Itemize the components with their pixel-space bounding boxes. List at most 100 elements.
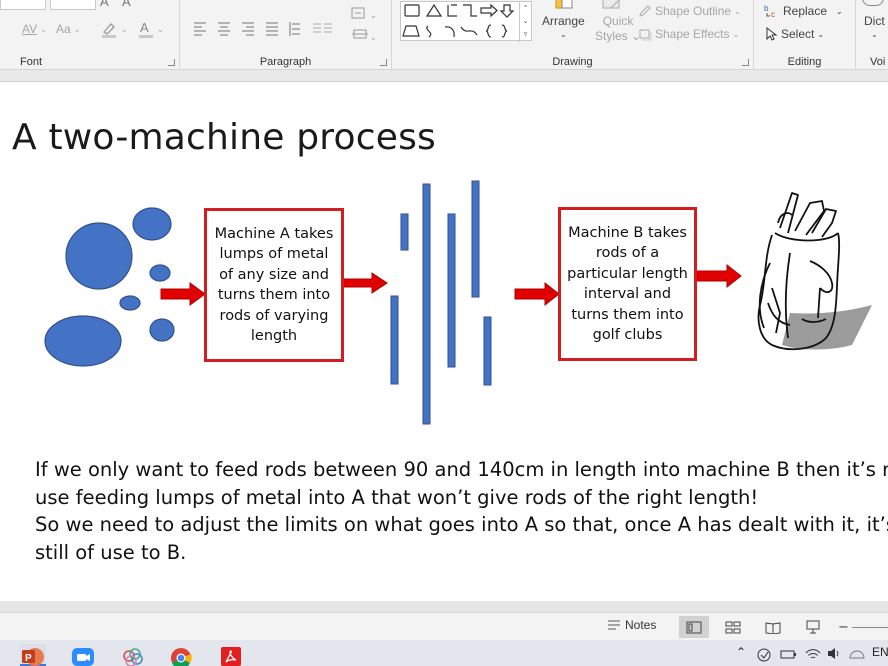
video-camera-icon bbox=[72, 648, 94, 666]
ribbon: A A AV ⌄ Aa ⌄ ⌄ A ⌄ Font ⌄ ⌄ Paragraph ⌃… bbox=[0, 0, 888, 70]
rod bbox=[483, 316, 492, 386]
editing-group-label: Editing bbox=[787, 56, 822, 68]
reading-view-button[interactable] bbox=[758, 616, 788, 638]
app-taskbar-button[interactable] bbox=[120, 644, 146, 666]
font-color-icon: A bbox=[139, 20, 153, 38]
drawing-group-label: Drawing bbox=[552, 56, 593, 68]
rod bbox=[400, 213, 409, 251]
body-line: If we only want to feed rods between 90 … bbox=[35, 458, 888, 481]
zoom-slider[interactable] bbox=[852, 627, 888, 628]
reading-view-icon bbox=[765, 621, 781, 634]
body-line: So we need to adjust the limits on what … bbox=[35, 513, 888, 536]
font-color-button[interactable]: A ⌄ bbox=[138, 20, 164, 38]
zoom-out-icon[interactable]: − bbox=[838, 620, 849, 635]
svg-text:⌄: ⌄ bbox=[370, 33, 377, 42]
rod bbox=[471, 180, 480, 298]
svg-text:b: b bbox=[764, 4, 769, 13]
quick-styles-button[interactable]: Quick Styles ⌄ bbox=[595, 14, 641, 44]
powerpoint-taskbar-button[interactable]: P bbox=[20, 644, 46, 666]
slideshow-button[interactable] bbox=[798, 616, 828, 638]
select-button[interactable]: Select ⌄ bbox=[764, 27, 824, 41]
normal-view-button[interactable] bbox=[679, 616, 709, 638]
metal-lump bbox=[149, 264, 171, 282]
chrome-icon bbox=[171, 648, 192, 666]
shrink-font-icon[interactable]: A bbox=[122, 0, 131, 9]
body-text[interactable]: If we only want to feed rods between 90 … bbox=[35, 456, 888, 566]
keyboard-icon[interactable] bbox=[848, 645, 866, 661]
normal-view-icon bbox=[686, 621, 702, 633]
slide-sorter-icon bbox=[725, 621, 741, 633]
volume-icon[interactable] bbox=[826, 645, 844, 661]
battery-icon[interactable] bbox=[780, 646, 798, 662]
windows-taskbar: P ⌃ EN bbox=[0, 640, 888, 666]
font-group: A A AV ⌄ Aa ⌄ ⌄ A ⌄ Font bbox=[0, 0, 180, 70]
wifi-icon[interactable] bbox=[804, 645, 822, 661]
metal-lump bbox=[132, 207, 172, 241]
paragraph-group-label: Paragraph bbox=[259, 56, 312, 68]
font-dialog-launcher[interactable] bbox=[168, 59, 175, 66]
paragraph-dialog-launcher[interactable] bbox=[380, 59, 387, 66]
replace-button[interactable]: bc Replace ⌄ bbox=[764, 4, 843, 18]
status-bar: Notes − bbox=[0, 612, 888, 640]
chrome-taskbar-button[interactable] bbox=[168, 644, 194, 666]
rod bbox=[447, 213, 456, 368]
arrange-icon bbox=[555, 0, 573, 9]
editing-group: bc Replace ⌄ Select ⌄ Editing bbox=[754, 0, 856, 70]
voice-group-label: Voi bbox=[870, 56, 886, 68]
acrobat-taskbar-button[interactable] bbox=[218, 644, 244, 666]
shapes-scroll[interactable]: ⌃ ⌄ ▿ bbox=[519, 2, 531, 42]
machine-b-box[interactable]: Machine B takes rods of a particular len… bbox=[558, 207, 697, 361]
cursor-icon bbox=[766, 27, 778, 41]
machine-a-box[interactable]: Machine A takes lumps of metal of any si… bbox=[204, 208, 344, 362]
golf-bag-icon bbox=[757, 192, 872, 351]
arrow-out-of-machine-b bbox=[696, 263, 742, 289]
character-spacing-button[interactable]: AV ⌄ bbox=[22, 22, 47, 36]
tray-chevron-icon[interactable]: ⌃ bbox=[736, 645, 746, 659]
shapes-icons bbox=[402, 3, 515, 38]
shape-effects-button[interactable]: Shape Effects ⌄ bbox=[638, 27, 739, 41]
effects-icon bbox=[639, 29, 652, 41]
ribbon-separator bbox=[0, 70, 888, 82]
arrow-out-of-machine-a bbox=[342, 272, 388, 294]
paragraph-group: ⌄ ⌄ Paragraph bbox=[180, 0, 392, 70]
metal-lump bbox=[149, 318, 175, 342]
metal-lump bbox=[65, 222, 133, 290]
rod bbox=[422, 183, 431, 425]
zoom-taskbar-button[interactable] bbox=[70, 644, 96, 666]
columns-icon[interactable] bbox=[312, 22, 336, 34]
metal-lump bbox=[44, 315, 122, 367]
notes-button[interactable]: Notes bbox=[607, 618, 656, 632]
slideshow-icon bbox=[806, 620, 820, 634]
arrow-into-machine-b bbox=[514, 281, 560, 307]
grow-font-icon[interactable]: A bbox=[100, 0, 109, 9]
acrobat-icon bbox=[221, 647, 241, 666]
shapes-gallery[interactable]: ⌃ ⌄ ▿ bbox=[400, 1, 532, 42]
sync-icon[interactable] bbox=[756, 646, 774, 662]
slide-sorter-button[interactable] bbox=[718, 616, 748, 638]
highlight-color-button[interactable]: ⌄ bbox=[100, 20, 128, 38]
language-indicator[interactable]: EN bbox=[872, 645, 888, 659]
text-direction-icons[interactable]: ⌄⌄ bbox=[350, 6, 380, 46]
alignment-icons bbox=[194, 22, 300, 36]
slide-canvas[interactable]: A two-machine process Machine A takes lu… bbox=[0, 83, 888, 601]
notes-icon bbox=[608, 620, 620, 630]
change-case-button[interactable]: Aa ⌄ bbox=[56, 22, 80, 36]
drawing-dialog-launcher[interactable] bbox=[742, 59, 749, 66]
flower-icon bbox=[123, 648, 143, 666]
shape-outline-button[interactable]: Shape Outline ⌄ bbox=[638, 4, 741, 18]
font-size-box[interactable] bbox=[50, 0, 96, 10]
arrange-button[interactable]: Arrange ⌄ bbox=[542, 14, 585, 42]
replace-icon: bc bbox=[764, 4, 775, 18]
svg-text:A: A bbox=[140, 20, 149, 35]
body-line: use feeding lumps of metal into A that w… bbox=[35, 485, 759, 509]
svg-text:⌄: ⌄ bbox=[370, 11, 377, 20]
dictate-button[interactable]: Dict ⌄ bbox=[864, 14, 885, 42]
font-name-box[interactable] bbox=[0, 0, 46, 10]
powerpoint-icon: P bbox=[22, 648, 44, 666]
quick-styles-icon bbox=[602, 0, 620, 9]
svg-text:c: c bbox=[771, 10, 775, 18]
rod bbox=[390, 295, 399, 385]
drawing-group: ⌃ ⌄ ▿ Arrange ⌄ Quick Styles ⌄ Shape Outlin… bbox=[392, 0, 754, 70]
body-line: still of use to B. bbox=[35, 540, 187, 564]
microphone-icon bbox=[862, 0, 884, 6]
